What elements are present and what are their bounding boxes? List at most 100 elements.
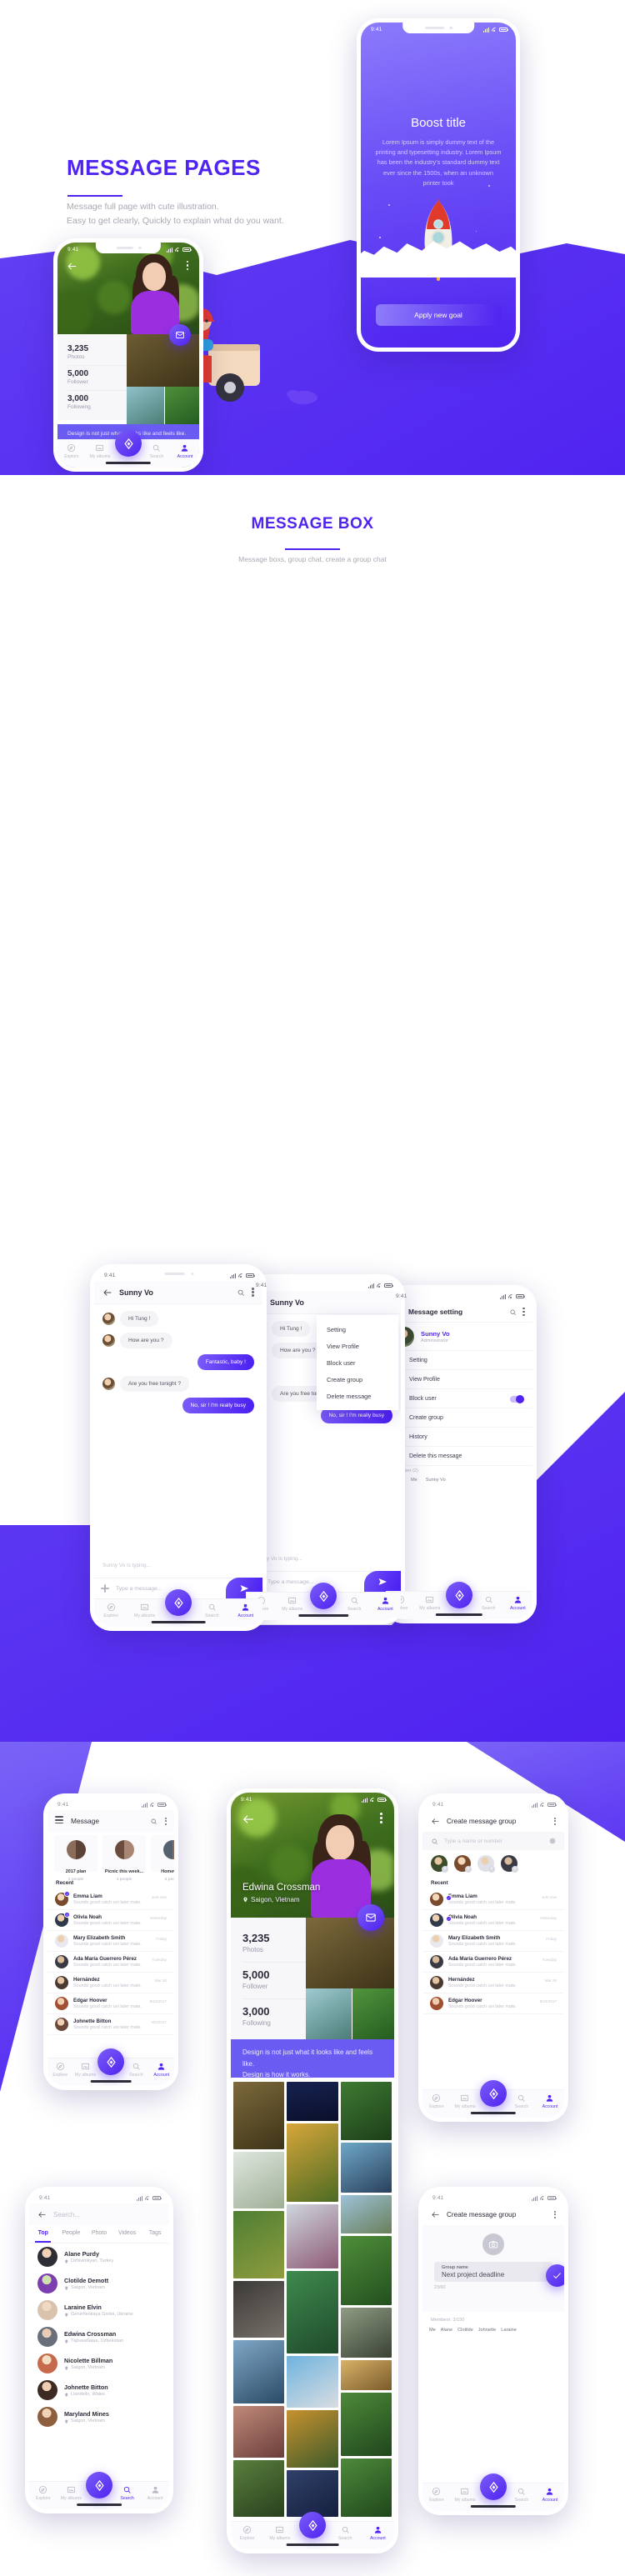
tab-photo[interactable]: Photo — [85, 2225, 113, 2243]
group-photo-button[interactable] — [482, 2233, 504, 2255]
setting-row-setting[interactable]: Setting — [386, 1351, 532, 1370]
featured-photos[interactable] — [127, 334, 199, 424]
tab-my-albums[interactable]: My albums — [416, 1595, 443, 1611]
menu-item-delete-message[interactable]: Delete message — [317, 1388, 398, 1404]
clear-icon[interactable] — [549, 1838, 556, 1844]
center-fab-button[interactable] — [86, 2472, 112, 2498]
back-arrow-icon[interactable] — [38, 2210, 47, 2219]
tab-explore[interactable]: Explore — [95, 1603, 127, 1618]
setting-user-row[interactable]: Sunny Vo Administrator — [386, 1323, 532, 1351]
more-options-icon[interactable] — [522, 1308, 525, 1316]
back-arrow-icon[interactable] — [431, 1817, 440, 1826]
conversation-row[interactable]: Hernández Sounds good catch uoi later mat… — [48, 1973, 174, 1993]
tab-search[interactable]: Search — [114, 2485, 141, 2501]
tab-my-albums[interactable]: My albums — [452, 2093, 478, 2109]
center-fab-button[interactable] — [165, 1589, 192, 1616]
tab-my-albums[interactable]: My albums — [58, 2485, 84, 2501]
tab-top[interactable]: Top — [29, 2225, 58, 2243]
tab-my-albums[interactable]: My albums — [73, 2062, 98, 2078]
people-results-list[interactable]: Alane Purdy Dzhivinikyan, Turkey Clotilde… — [29, 2243, 169, 2481]
tab-explore[interactable]: Explore — [30, 2485, 57, 2501]
person-row[interactable]: Maryland Mines Saigon, Vietnam — [29, 2403, 169, 2430]
conversation-row[interactable]: 9 Olivia Noah Sounds good catch uoi later … — [48, 1910, 174, 1931]
create-group-conversation-list[interactable]: ✓ Emma Liam Sounds good catch uoi later ma… — [422, 1889, 564, 2089]
tab-search[interactable]: Search — [196, 1603, 228, 1618]
create-group-search-input[interactable]: Type a name or number — [444, 1838, 543, 1844]
center-fab-button[interactable] — [480, 2473, 507, 2500]
center-fab-button[interactable] — [480, 2080, 507, 2107]
tab-search[interactable]: Search — [508, 2487, 535, 2503]
member-clotilde[interactable]: Clotilde — [458, 2328, 473, 2333]
tab-account[interactable]: Account — [142, 2485, 168, 2501]
tab-tags[interactable]: Tags — [141, 2225, 169, 2243]
tab-account[interactable]: Account — [230, 1603, 262, 1618]
more-options-icon[interactable] — [187, 261, 189, 272]
selected-member-chip[interactable] — [431, 1855, 448, 1873]
center-fab-button[interactable] — [98, 2048, 124, 2075]
conversation-row[interactable]: Mary Elizabeth Smith Sounds good catch uo… — [422, 1931, 564, 1952]
tab-explore[interactable]: Explore — [58, 443, 85, 459]
hamburger-menu-icon[interactable] — [55, 1816, 63, 1825]
search-icon[interactable] — [237, 1288, 245, 1297]
menu-item-setting[interactable]: Setting — [317, 1321, 398, 1338]
context-menu[interactable]: Setting View Profile Block user Create g… — [317, 1315, 398, 1410]
featured-photos[interactable] — [306, 1918, 394, 2039]
tab-account[interactable]: Account — [504, 1595, 532, 1611]
more-options-icon[interactable] — [553, 2210, 556, 2218]
group-name-value[interactable]: Next project deadline — [442, 2271, 545, 2278]
more-options-icon[interactable] — [553, 1817, 556, 1825]
member-sunny-vo[interactable]: Sunny Vo — [426, 1478, 446, 1483]
tab-account[interactable]: Account — [149, 2062, 173, 2078]
member-me[interactable]: Me — [429, 2328, 436, 2333]
menu-item-view-profile[interactable]: View Profile — [317, 1338, 398, 1354]
conversation-row[interactable]: Edgar Hoover Sounds good catch uoi later … — [422, 1993, 564, 2014]
tab-videos[interactable]: Videos — [113, 2225, 142, 2243]
tab-search[interactable]: Search — [508, 2093, 535, 2109]
tab-people[interactable]: People — [58, 2225, 86, 2243]
center-fab-button[interactable] — [115, 430, 142, 457]
conversation-row[interactable]: Ada María Guerrero Pérez Sounds good catc… — [422, 1952, 564, 1973]
menu-item-block-user[interactable]: Block user — [317, 1354, 398, 1371]
back-arrow-icon[interactable] — [431, 2210, 440, 2219]
search-icon[interactable] — [150, 1818, 158, 1825]
message-fab-button[interactable] — [358, 1904, 384, 1931]
setting-row-history[interactable]: History — [386, 1428, 532, 1447]
more-options-icon[interactable] — [164, 1817, 167, 1825]
tab-account[interactable]: Account — [537, 2093, 563, 2109]
selected-member-chip[interactable] — [501, 1855, 518, 1873]
group-cards-scroller[interactable]: 2017 plan 3 people Picnic this week... 4 p… — [48, 1832, 174, 1882]
tab-my-albums[interactable]: My albums — [278, 1596, 307, 1612]
tab-search[interactable]: Search — [474, 1595, 502, 1611]
member-johnette[interactable]: Johnette — [478, 2328, 496, 2333]
member-laraine[interactable]: Laraine — [501, 2328, 517, 2333]
person-row[interactable]: Alane Purdy Dzhivinikyan, Turkey — [29, 2243, 169, 2270]
tab-explore[interactable]: Explore — [423, 2093, 450, 2109]
center-fab-button[interactable] — [446, 1582, 472, 1608]
conversation-row[interactable]: Edgar Hoover Sounds good catch uoi later … — [48, 1993, 174, 2014]
group-card[interactable]: Homework5 people — [151, 1835, 174, 1882]
apply-new-goal-button[interactable]: Apply new goal — [376, 304, 501, 326]
member-me[interactable]: Me — [411, 1478, 418, 1483]
block-user-toggle[interactable] — [510, 1394, 524, 1403]
send-button[interactable] — [364, 1571, 401, 1592]
tab-explore[interactable]: Explore — [48, 2062, 72, 2078]
group-name-field[interactable]: Group name Next project deadline — [434, 2262, 552, 2282]
confirm-button[interactable] — [546, 2264, 564, 2287]
more-options-icon[interactable] — [380, 1813, 382, 1823]
tab-my-albums[interactable]: My albums — [128, 1603, 160, 1618]
conversation-list[interactable]: 2 Emma Liam Sounds good catch uoi later ma… — [48, 1889, 174, 2058]
search-icon[interactable] — [509, 1308, 517, 1316]
tab-account[interactable]: Account — [172, 443, 198, 459]
tab-my-albums[interactable]: My albums — [264, 2525, 295, 2541]
center-fab-button[interactable] — [299, 2512, 326, 2538]
member-alane[interactable]: Alane — [441, 2328, 452, 2333]
tab-explore[interactable]: Explore — [423, 2487, 450, 2503]
tab-account[interactable]: Account — [537, 2487, 563, 2503]
selected-member-chip[interactable] — [454, 1855, 472, 1873]
message-fab-button[interactable] — [169, 324, 191, 346]
conversation-row[interactable]: ✓ Olivia Noah Sounds good catch uoi later … — [422, 1910, 564, 1931]
back-arrow-icon[interactable] — [242, 1813, 255, 1826]
tab-my-albums[interactable]: My albums — [452, 2487, 478, 2503]
tab-search[interactable]: Search — [330, 2525, 361, 2541]
back-arrow-icon[interactable] — [67, 261, 78, 272]
